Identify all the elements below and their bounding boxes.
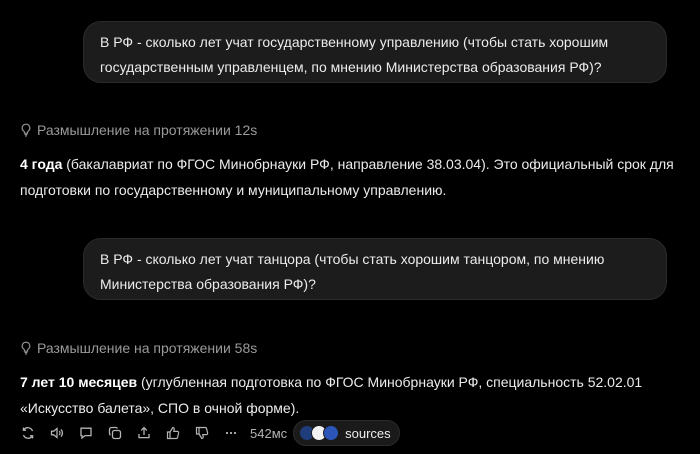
thinking-label-1: Размышление на протяжении 12s	[37, 122, 258, 138]
assistant-answer-2: 7 лет 10 месяцев (углубленная подготовка…	[20, 369, 680, 421]
user-message-2-text: В РФ - сколько лет учат танцора (чтобы с…	[100, 251, 605, 292]
response-time: 542мс	[250, 425, 288, 441]
user-message-1: В РФ - сколько лет учат государственному…	[83, 21, 667, 83]
source-favicons	[299, 425, 340, 441]
read-aloud-icon[interactable]	[49, 425, 65, 441]
user-message-2: В РФ - сколько лет учат танцора (чтобы с…	[83, 238, 667, 300]
thinking-label-2: Размышление на протяжении 58s	[37, 340, 258, 356]
comment-icon[interactable]	[78, 425, 94, 441]
thinking-indicator-2[interactable]: Размышление на протяжении 58s	[20, 340, 257, 356]
answer-1-highlight: 4 года	[20, 156, 63, 172]
assistant-answer-1: 4 года (бакалавриат по ФГОС Минобрнауки …	[20, 151, 680, 203]
share-icon[interactable]	[136, 425, 152, 441]
regenerate-icon[interactable]	[20, 425, 36, 441]
lightbulb-icon	[21, 123, 31, 137]
user-message-1-text: В РФ - сколько лет учат государственному…	[100, 34, 609, 75]
source-favicon-3	[323, 425, 340, 441]
thumbs-down-icon[interactable]	[194, 425, 210, 441]
sources-button[interactable]: sources	[293, 420, 400, 446]
lightbulb-icon	[21, 341, 31, 355]
message-action-bar: 542мс sources	[20, 420, 400, 446]
answer-2-highlight: 7 лет 10 месяцев	[20, 374, 138, 390]
answer-1-text: (бакалавриат по ФГОС Минобрнауки РФ, нап…	[20, 156, 674, 198]
copy-icon[interactable]	[107, 425, 123, 441]
more-icon[interactable]	[223, 425, 239, 441]
sources-label: sources	[345, 425, 391, 441]
thinking-indicator-1[interactable]: Размышление на протяжении 12s	[20, 122, 257, 138]
thumbs-up-icon[interactable]	[165, 425, 181, 441]
